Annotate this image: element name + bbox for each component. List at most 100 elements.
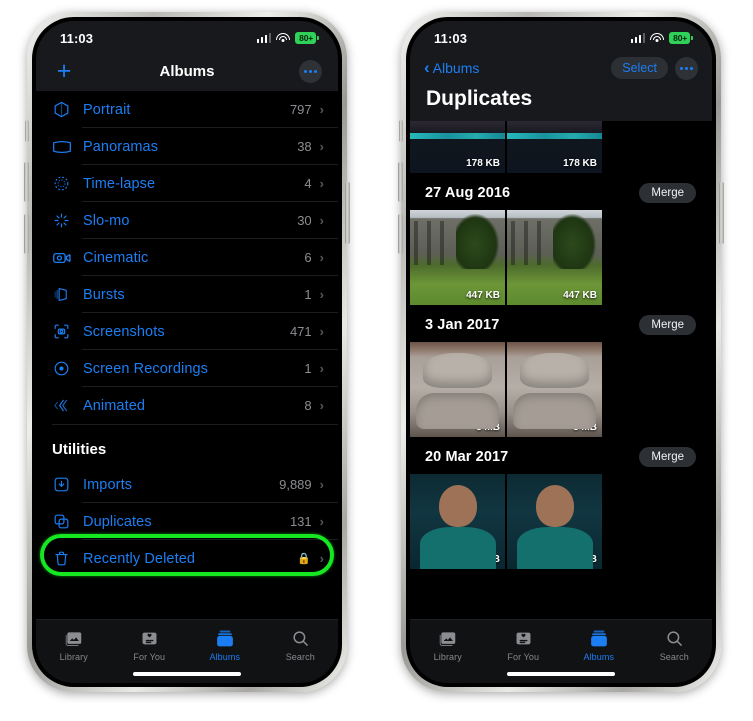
album-row-bursts[interactable]: Bursts 1 › — [36, 276, 338, 313]
status-indicators: 80+ — [256, 32, 319, 44]
tab-library[interactable]: Library — [36, 627, 112, 662]
album-row-panoramas[interactable]: Panoramas 38 › — [36, 128, 338, 165]
duplicate-photo[interactable]: 447 KB — [410, 210, 505, 305]
duplicate-photo[interactable]: 447 KB — [507, 210, 602, 305]
animated-icon — [52, 396, 78, 415]
for-you-icon — [514, 627, 533, 649]
merge-button[interactable]: Merge — [639, 183, 696, 203]
chevron-right-icon: › — [319, 139, 324, 154]
back-label: Albums — [432, 60, 480, 76]
chevron-right-icon: › — [319, 398, 324, 413]
status-time: 11:03 — [434, 30, 468, 46]
chevron-right-icon: › — [319, 324, 324, 339]
group-header: 27 Aug 2016 Merge — [410, 173, 712, 210]
duplicate-photo[interactable]: 34 KB — [410, 474, 505, 569]
battery-badge: 80+ — [295, 32, 319, 44]
chevron-right-icon: › — [319, 176, 324, 191]
tab-albums[interactable]: Albums — [187, 627, 263, 662]
duplicates-list[interactable]: 178 KB 178 KB 27 Aug 2016 Merge 447 KB 4… — [410, 121, 712, 683]
iphone-right-duplicates: 11:03 80+ ‹ Albums Select Duplicates 178… — [398, 12, 724, 692]
ellipsis-icon[interactable] — [299, 59, 322, 83]
add-album-button[interactable]: + — [52, 58, 76, 84]
album-count: 38 — [297, 139, 312, 154]
search-icon — [291, 627, 310, 649]
screen-recordings-icon — [52, 359, 78, 378]
merge-button[interactable]: Merge — [639, 447, 696, 467]
duplicates-nav-bar: ‹ Albums Select Duplicates — [410, 51, 712, 121]
volume-up-button[interactable] — [398, 162, 403, 202]
duplicate-photo[interactable]: 3 MB — [507, 342, 602, 437]
ellipsis-icon[interactable] — [675, 56, 698, 80]
albums-icon — [216, 627, 234, 649]
screenshots-icon — [52, 322, 78, 341]
album-row-portrait[interactable]: Portrait 797 › — [36, 91, 338, 128]
album-row-slomo[interactable]: Slo-mo 30 › — [36, 202, 338, 239]
page-title: Duplicates — [426, 87, 533, 110]
power-button[interactable] — [345, 182, 350, 244]
duplicate-photo[interactable]: 178 KB — [507, 121, 602, 173]
album-row-timelapse[interactable]: Time-lapse 4 › — [36, 165, 338, 202]
volume-down-button[interactable] — [398, 214, 403, 254]
cinematic-video-icon — [52, 250, 78, 266]
chevron-right-icon: › — [319, 551, 324, 566]
tab-library[interactable]: Library — [410, 627, 486, 662]
home-indicator[interactable] — [133, 672, 241, 676]
power-button[interactable] — [719, 182, 724, 244]
photo-size: 3 MB — [573, 422, 597, 433]
album-row-imports[interactable]: Imports 9,889 › — [36, 466, 338, 503]
group-date: 3 Jan 2017 — [425, 317, 500, 333]
chevron-right-icon: › — [319, 287, 324, 302]
search-icon — [665, 627, 684, 649]
albums-icon — [590, 627, 608, 649]
album-row-duplicates[interactable]: Duplicates 131 › — [36, 503, 338, 540]
tab-albums[interactable]: Albums — [561, 627, 637, 662]
status-time: 11:03 — [60, 30, 94, 46]
album-count: 797 — [289, 102, 312, 117]
album-row-recently-deleted[interactable]: Recently Deleted 🔒 › — [36, 540, 338, 577]
photo-size: 36 KB — [568, 554, 597, 565]
lock-icon: 🔒 — [296, 553, 311, 565]
chevron-right-icon: › — [319, 477, 324, 492]
tab-label: Library — [433, 652, 462, 662]
silent-switch[interactable] — [25, 120, 29, 142]
cellular-signal-icon — [256, 33, 272, 43]
album-label: Screen Recordings — [83, 360, 209, 377]
silent-switch[interactable] — [399, 120, 403, 142]
album-count: 471 — [289, 324, 312, 339]
duplicate-group-2017-01-03: 3 Jan 2017 Merge 3 MB 3 MB — [410, 305, 712, 437]
phone-screen-left: 11:03 80+ + Albums Portrait 797 › Panora… — [36, 21, 338, 683]
select-button[interactable]: Select — [611, 57, 668, 79]
tab-search[interactable]: Search — [637, 627, 713, 662]
duplicate-photo[interactable]: 36 KB — [507, 474, 602, 569]
album-count: 4 — [304, 176, 312, 191]
volume-down-button[interactable] — [24, 214, 29, 254]
tab-for-you[interactable]: For You — [486, 627, 562, 662]
photo-size: 447 KB — [563, 290, 597, 301]
album-label: Panoramas — [83, 138, 159, 155]
album-label: Recently Deleted — [83, 550, 196, 567]
album-row-screen-recordings[interactable]: Screen Recordings 1 › — [36, 350, 338, 387]
iphone-left-albums: 11:03 80+ + Albums Portrait 797 › Panora… — [24, 12, 350, 692]
album-row-cinematic[interactable]: Cinematic 6 › — [36, 239, 338, 276]
merge-button[interactable]: Merge — [639, 315, 696, 335]
tab-bar-right: Library For You Albums Search — [410, 619, 712, 683]
album-label: Portrait — [83, 101, 131, 118]
duplicate-photo[interactable]: 178 KB — [410, 121, 505, 173]
album-row-animated[interactable]: Animated 8 › — [36, 387, 338, 424]
volume-up-button[interactable] — [24, 162, 29, 202]
tab-label: Library — [59, 652, 88, 662]
albums-nav-bar: + Albums — [36, 51, 338, 91]
tab-label: Search — [659, 652, 689, 662]
tab-search[interactable]: Search — [263, 627, 339, 662]
status-bar: 11:03 80+ — [36, 21, 338, 51]
trash-icon — [52, 549, 78, 568]
duplicate-photo[interactable]: 3 MB — [410, 342, 505, 437]
back-to-albums-button[interactable]: ‹ Albums — [424, 59, 480, 77]
tab-for-you[interactable]: For You — [112, 627, 188, 662]
bursts-icon — [52, 285, 78, 304]
tab-label: Search — [285, 652, 315, 662]
home-indicator[interactable] — [507, 672, 615, 676]
album-row-screenshots[interactable]: Screenshots 471 › — [36, 313, 338, 350]
battery-badge: 80+ — [669, 32, 693, 44]
tab-label: For You — [507, 652, 540, 662]
